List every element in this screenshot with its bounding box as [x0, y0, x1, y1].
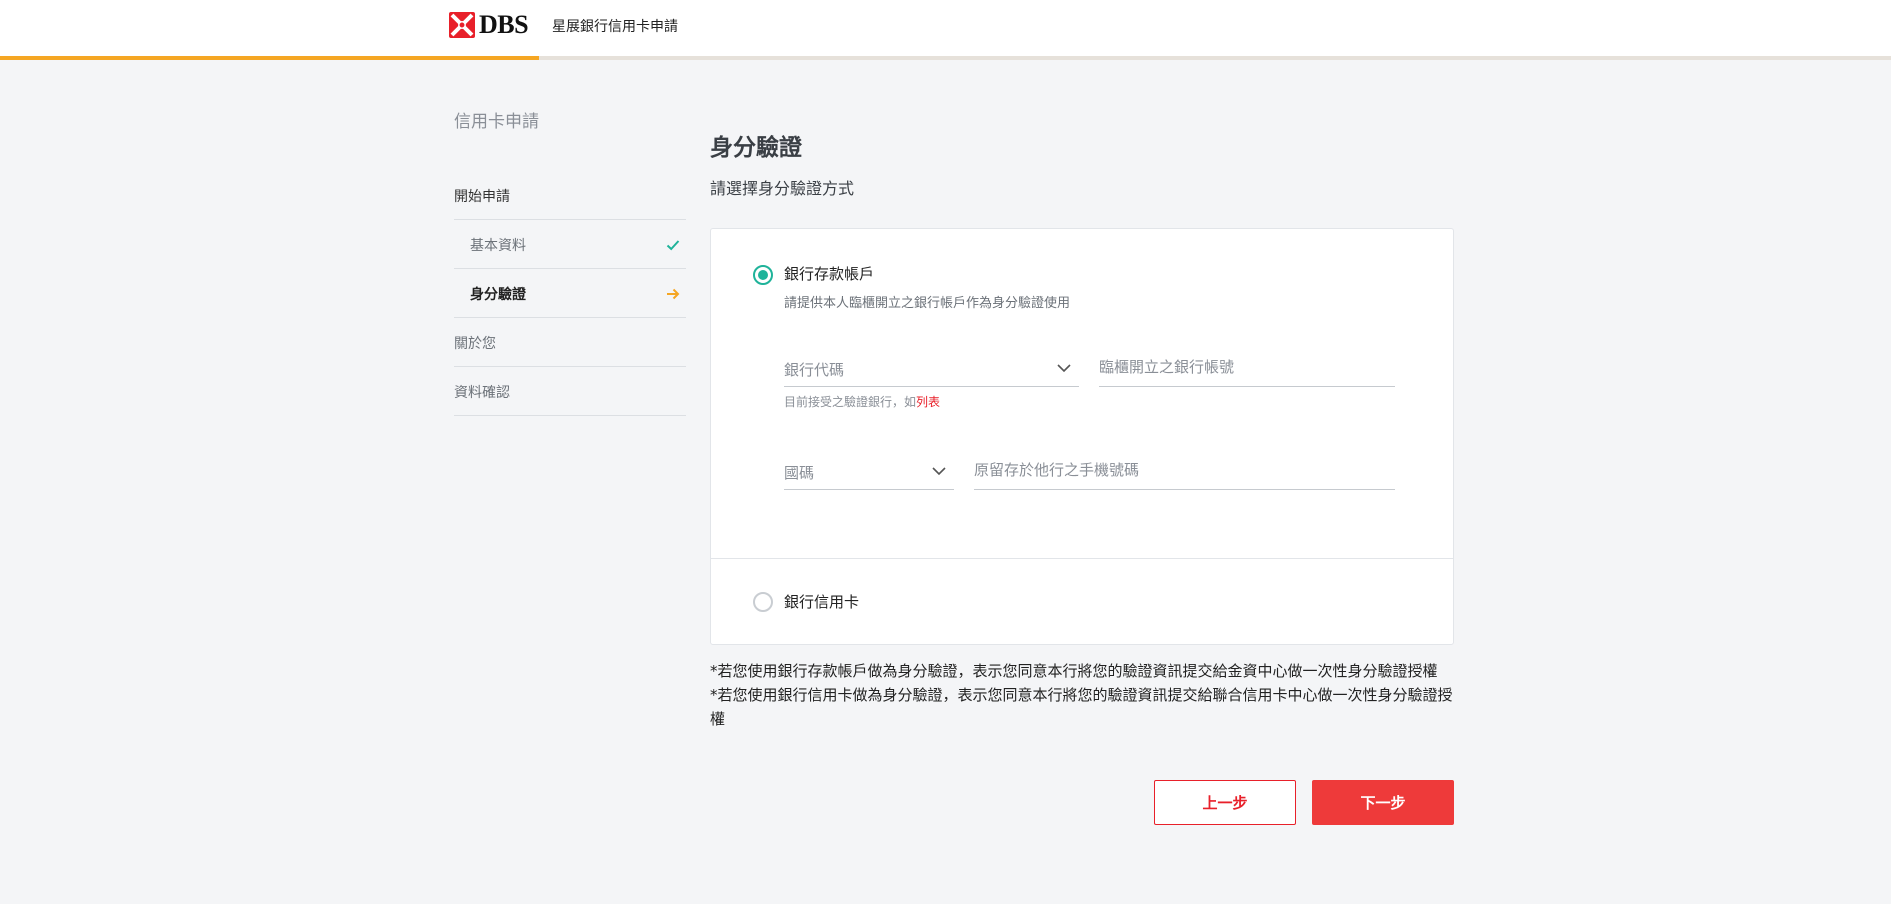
progress-bar-fill — [0, 56, 539, 60]
next-step-button[interactable]: 下一步 — [1312, 780, 1454, 825]
logo-text: DBS — [479, 10, 529, 39]
bank-code-select[interactable]: 銀行代碼 — [784, 347, 1079, 387]
bank-hint-text: 目前接受之驗證銀行，如 — [784, 395, 917, 409]
option-title-credit-card: 銀行信用卡 — [784, 593, 860, 611]
arrow-right-icon — [667, 288, 680, 299]
sidebar-item-confirm[interactable]: 資料確認 — [454, 368, 686, 416]
sidebar-item-basic-info[interactable]: 基本資料 — [454, 221, 686, 269]
consent-note-credit-card: *若您使用銀行信用卡做為身分驗證，表示您同意本行將您的驗證資訊提交給聯合信用卡中… — [710, 686, 1453, 728]
option-divider — [711, 558, 1453, 559]
bank-hint: 目前接受之驗證銀行，如列表 — [784, 393, 940, 410]
account-number-input[interactable] — [1099, 353, 1395, 381]
sidebar-item-label: 身分驗證 — [470, 286, 526, 303]
dbs-logo-icon — [449, 12, 475, 38]
consent-notes: *若您使用銀行存款帳戶做為身分驗證，表示您同意本行將您的驗證資訊提交給金資中心做… — [710, 659, 1462, 731]
country-code-select[interactable]: 國碼 — [784, 450, 954, 490]
chevron-down-icon — [932, 467, 946, 476]
sidebar-item-label: 關於您 — [454, 335, 496, 352]
consent-note-bank-account: *若您使用銀行存款帳戶做為身分驗證，表示您同意本行將您的驗證資訊提交給金資中心做… — [710, 662, 1438, 680]
sidebar-item-label: 資料確認 — [454, 384, 510, 401]
option-description: 請提供本人臨櫃開立之銀行帳戶作為身分驗證使用 — [784, 296, 1071, 311]
phone-number-field[interactable] — [974, 450, 1395, 490]
check-icon — [666, 239, 680, 250]
account-number-field[interactable] — [1099, 347, 1395, 387]
sidebar-item-identity[interactable]: 身分驗證 — [454, 270, 686, 318]
bank-code-label: 銀行代碼 — [784, 361, 845, 379]
sidebar-item-label: 開始申請 — [454, 188, 510, 205]
sidebar: 信用卡申請 開始申請 基本資料 身分驗證 關於您 資料確認 — [454, 108, 686, 416]
header-title: 星展銀行信用卡申請 — [552, 19, 678, 35]
dbs-logo[interactable]: DBS — [449, 10, 529, 39]
progress-bar — [0, 56, 1891, 60]
sidebar-item-start[interactable]: 開始申請 — [454, 172, 686, 220]
radio-credit-card[interactable] — [753, 592, 773, 612]
sidebar-item-about-you[interactable]: 關於您 — [454, 319, 686, 367]
verification-options-card: 銀行存款帳戶 請提供本人臨櫃開立之銀行帳戶作為身分驗證使用 銀行代碼 目前接受之… — [710, 228, 1454, 645]
sidebar-item-label: 基本資料 — [470, 237, 526, 254]
page-subtitle: 請選擇身分驗證方式 — [710, 179, 855, 198]
sidebar-heading: 信用卡申請 — [454, 112, 539, 132]
country-code-label: 國碼 — [784, 464, 815, 482]
option-title-bank-account: 銀行存款帳戶 — [784, 265, 875, 283]
chevron-down-icon — [1057, 364, 1071, 373]
header-bar: DBS 星展銀行信用卡申請 — [0, 0, 1891, 57]
phone-number-input[interactable] — [974, 456, 1395, 484]
bank-list-link[interactable]: 列表 — [916, 395, 940, 409]
radio-bank-account[interactable] — [753, 265, 773, 285]
page-title: 身分驗證 — [710, 135, 802, 161]
previous-step-button[interactable]: 上一步 — [1154, 780, 1296, 825]
